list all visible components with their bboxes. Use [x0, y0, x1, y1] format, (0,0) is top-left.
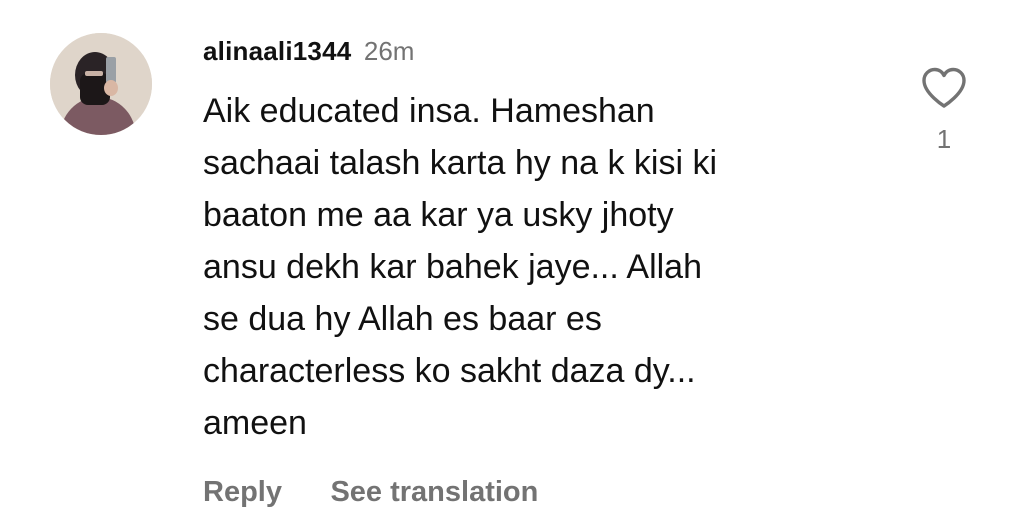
comment-body: alinaali1344 26m Aik educated insa. Hame… — [203, 30, 843, 512]
comment-meta: alinaali1344 26m — [203, 30, 843, 72]
like-control: 1 — [918, 66, 970, 154]
like-count: 1 — [936, 124, 952, 154]
username[interactable]: alinaali1344 — [203, 36, 351, 66]
comment-text: Aik educated insa. Hameshan sachaai tala… — [203, 92, 718, 442]
avatar-image — [50, 33, 152, 135]
comment-item: alinaali1344 26m Aik educated insa. Hame… — [0, 0, 1024, 510]
comment-timestamp: 26m — [363, 36, 415, 66]
comment-actions: Reply See translation — [203, 472, 843, 512]
reply-button[interactable]: Reply — [203, 476, 282, 508]
see-translation-button[interactable]: See translation — [330, 476, 538, 508]
heart-outline-icon[interactable] — [920, 66, 968, 110]
avatar[interactable] — [50, 33, 152, 135]
